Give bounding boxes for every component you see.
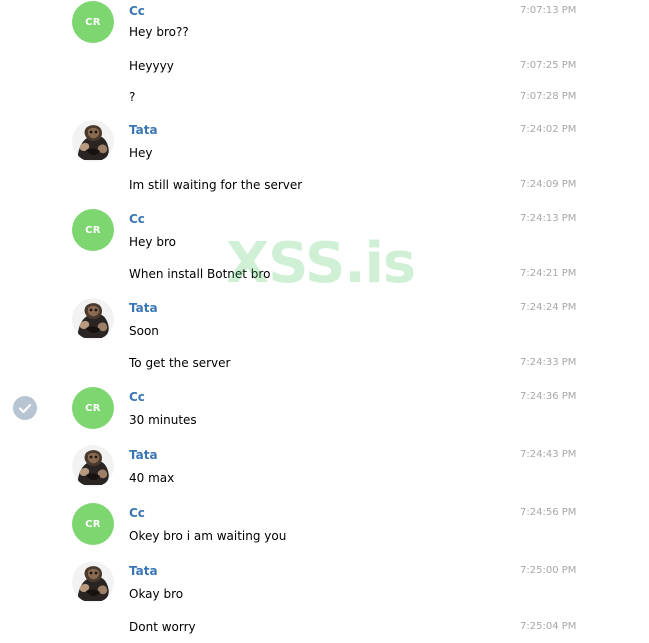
message-text: When install Botnet bro <box>129 267 271 281</box>
avatar[interactable]: CR <box>72 1 114 43</box>
message-text: Soon <box>129 324 159 338</box>
message-text: Hey bro <box>129 235 176 249</box>
sender-name[interactable]: Cc <box>129 212 145 226</box>
message-text: 30 minutes <box>129 413 197 427</box>
sender-name[interactable]: Tata <box>129 448 158 462</box>
user-photo-avatar-icon[interactable] <box>72 561 114 603</box>
message-time: 7:07:25 PM <box>520 60 577 71</box>
message-time: 7:24:33 PM <box>520 357 577 368</box>
message-text: To get the server <box>129 356 231 370</box>
sender-name[interactable]: Cc <box>129 4 145 18</box>
sender-name[interactable]: Tata <box>129 301 158 315</box>
message-time: 7:24:43 PM <box>520 449 577 460</box>
sender-name[interactable]: Tata <box>129 123 158 137</box>
chat-history: CR Cc Hey bro?? 7:07:13 PM Heyyyy 7:07:2… <box>0 0 649 643</box>
message-text: ? <box>129 90 136 104</box>
message-time: 7:24:13 PM <box>520 213 577 224</box>
avatar[interactable]: CR <box>72 503 114 545</box>
user-photo-avatar-icon[interactable] <box>72 445 114 487</box>
message-time: 7:25:04 PM <box>520 621 577 632</box>
message-time: 7:24:24 PM <box>520 302 577 313</box>
message-text: Okay bro <box>129 587 184 601</box>
message-time: 7:24:02 PM <box>520 124 577 135</box>
message-time: 7:07:28 PM <box>520 91 577 102</box>
message-time: 7:24:09 PM <box>520 179 577 190</box>
user-photo-avatar-icon[interactable] <box>72 120 114 162</box>
message-text: Dont worry <box>129 620 196 634</box>
message-text: 40 max <box>129 471 175 485</box>
select-check-icon[interactable] <box>13 396 37 420</box>
message-text: Heyyyy <box>129 59 174 73</box>
user-photo-avatar-icon[interactable] <box>72 298 114 340</box>
message-text: Okey bro i am waiting you <box>129 529 287 543</box>
message-time: 7:25:00 PM <box>520 565 577 576</box>
message-time: 7:24:21 PM <box>520 268 577 279</box>
message-text: Hey bro?? <box>129 25 189 39</box>
message-text: Hey <box>129 146 153 160</box>
message-text: Im still waiting for the server <box>129 178 303 192</box>
sender-name[interactable]: Tata <box>129 564 158 578</box>
message-time: 7:24:36 PM <box>520 391 577 402</box>
message-time: 7:07:13 PM <box>520 5 577 16</box>
sender-name[interactable]: Cc <box>129 506 145 520</box>
message-time: 7:24:56 PM <box>520 507 577 518</box>
avatar[interactable]: CR <box>72 387 114 429</box>
avatar[interactable]: CR <box>72 209 114 251</box>
sender-name[interactable]: Cc <box>129 390 145 404</box>
